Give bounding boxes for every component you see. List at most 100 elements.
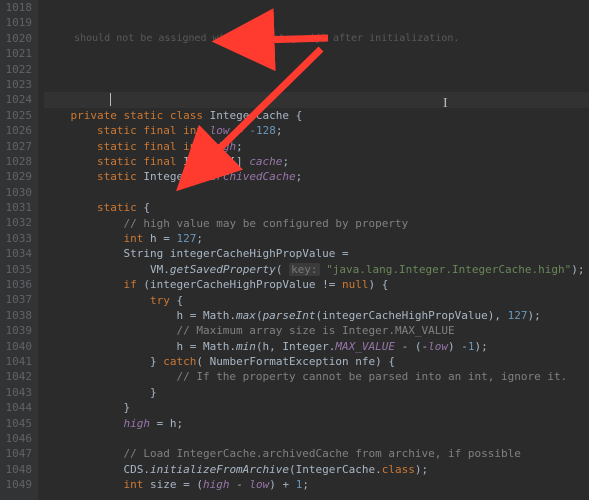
code-line[interactable]: static Integer[] archivedCache; — [44, 169, 589, 184]
line-number: 1038 — [0, 308, 32, 323]
code-token: ) + — [269, 478, 296, 491]
code-token: low — [249, 478, 269, 491]
line-number: 1048 — [0, 462, 32, 477]
line-number: 1044 — [0, 400, 32, 415]
code-token: class — [382, 463, 415, 476]
code-line[interactable]: VM.getSavedProperty( key: "java.lang.Int… — [44, 262, 589, 277]
line-number: 1041 — [0, 354, 32, 369]
code-token: -128 — [249, 124, 276, 137]
code-token: 127 — [176, 232, 196, 245]
code-token: ( — [276, 263, 289, 276]
code-line[interactable]: high = h; — [44, 416, 589, 431]
code-token: high — [210, 140, 237, 153]
code-line[interactable]: static { — [44, 200, 589, 215]
code-line[interactable] — [44, 92, 589, 107]
code-token: (IntegerCache. — [289, 463, 382, 476]
code-token: high — [123, 417, 150, 430]
code-token: - — [229, 478, 249, 491]
code-line[interactable]: int h = 127; — [44, 231, 589, 246]
line-number: 1024 — [0, 92, 32, 107]
code-token: 127 — [508, 309, 528, 322]
code-token: (integerCacheHighPropValue != — [143, 278, 342, 291]
code-area[interactable]: should not be assigned with new Integer(… — [38, 0, 589, 500]
code-token: } — [44, 401, 130, 414]
line-number: 1020 — [0, 31, 32, 46]
code-token — [44, 278, 123, 291]
code-line[interactable]: // Maximum array size is Integer.MAX_VAL… — [44, 323, 589, 338]
code-token: h = — [150, 232, 177, 245]
code-token: static — [97, 201, 143, 214]
code-line[interactable]: CDS.initializeFromArchive(IntegerCache.c… — [44, 462, 589, 477]
code-token: static final int — [97, 140, 210, 153]
code-line[interactable]: static final Integer[] cache; — [44, 154, 589, 169]
code-line[interactable] — [44, 431, 589, 446]
code-token: low — [428, 340, 448, 353]
code-line[interactable]: static final int low = -128; — [44, 123, 589, 138]
code-token: initializeFromArchive — [150, 463, 289, 476]
code-line[interactable]: String integerCacheHighPropValue = — [44, 246, 589, 261]
code-line[interactable]: private static class IntegerCache { — [44, 108, 589, 123]
code-token: static — [97, 170, 143, 183]
code-line[interactable] — [44, 493, 589, 500]
code-token — [44, 217, 123, 230]
caret — [110, 93, 111, 106]
line-number: 1018 — [0, 0, 32, 15]
code-token: ; — [296, 170, 303, 183]
line-number: 1033 — [0, 231, 32, 246]
code-line[interactable]: // If the property cannot be parsed into… — [44, 369, 589, 384]
code-token: private static class — [71, 109, 210, 122]
line-number: 1037 — [0, 292, 32, 307]
line-number: 1039 — [0, 323, 32, 338]
line-number: 1045 — [0, 416, 32, 431]
code-token — [44, 294, 150, 307]
code-token: String integerCacheHighPropValue = — [123, 247, 348, 260]
line-number: 1035 — [0, 262, 32, 277]
code-token: ); — [571, 263, 584, 276]
code-line[interactable]: static final int high; — [44, 139, 589, 154]
code-line[interactable]: h = Math.max(parseInt(integerCacheHighPr… — [44, 308, 589, 323]
code-token: } — [44, 386, 157, 399]
code-token: cache — [249, 155, 282, 168]
code-line[interactable]: } — [44, 400, 589, 415]
code-line[interactable]: // Load IntegerCache.archivedCache from … — [44, 446, 589, 461]
code-line[interactable]: h = Math.min(h, Integer.MAX_VALUE - (-lo… — [44, 339, 589, 354]
code-token: ); — [415, 463, 428, 476]
code-token: ( NumberFormatException nfe) { — [196, 355, 395, 368]
code-token — [44, 324, 176, 337]
code-token: ); — [475, 340, 488, 353]
code-token: } — [44, 355, 163, 368]
code-token: = h; — [150, 417, 183, 430]
line-number: 1031 — [0, 200, 32, 215]
code-token — [44, 170, 97, 183]
code-line[interactable]: int size = (high - low) + 1; — [44, 477, 589, 492]
code-line[interactable]: // high value may be configured by prope… — [44, 216, 589, 231]
code-token — [44, 155, 97, 168]
code-line[interactable]: try { — [44, 293, 589, 308]
code-token: int — [123, 232, 150, 245]
code-token: low — [210, 124, 230, 137]
code-token: VM. — [44, 263, 170, 276]
code-token: min — [236, 340, 256, 353]
code-editor[interactable]: 1018101910201021102210231024102510261027… — [0, 0, 589, 500]
code-line[interactable]: if (integerCacheHighPropValue != null) { — [44, 277, 589, 292]
line-number: 1021 — [0, 46, 32, 61]
code-line[interactable]: } — [44, 385, 589, 400]
code-token: ) - — [448, 340, 468, 353]
code-token: ) { — [369, 278, 389, 291]
code-token — [44, 370, 176, 383]
code-token: ; — [302, 478, 309, 491]
code-token: CDS. — [44, 463, 150, 476]
code-token: if — [123, 278, 143, 291]
code-line[interactable]: } catch( NumberFormatException nfe) { — [44, 354, 589, 369]
code-token: { — [143, 201, 150, 214]
code-token — [44, 201, 97, 214]
code-token: catch — [163, 355, 196, 368]
line-number: 1049 — [0, 477, 32, 492]
code-token — [44, 478, 123, 491]
code-token: Integer[] — [143, 170, 209, 183]
code-token: "java.lang.Integer.IntegerCache.high" — [326, 263, 571, 276]
code-token: { — [176, 294, 183, 307]
code-line[interactable] — [44, 185, 589, 200]
code-token: 1 — [468, 340, 475, 353]
line-number: 1025 — [0, 108, 32, 123]
